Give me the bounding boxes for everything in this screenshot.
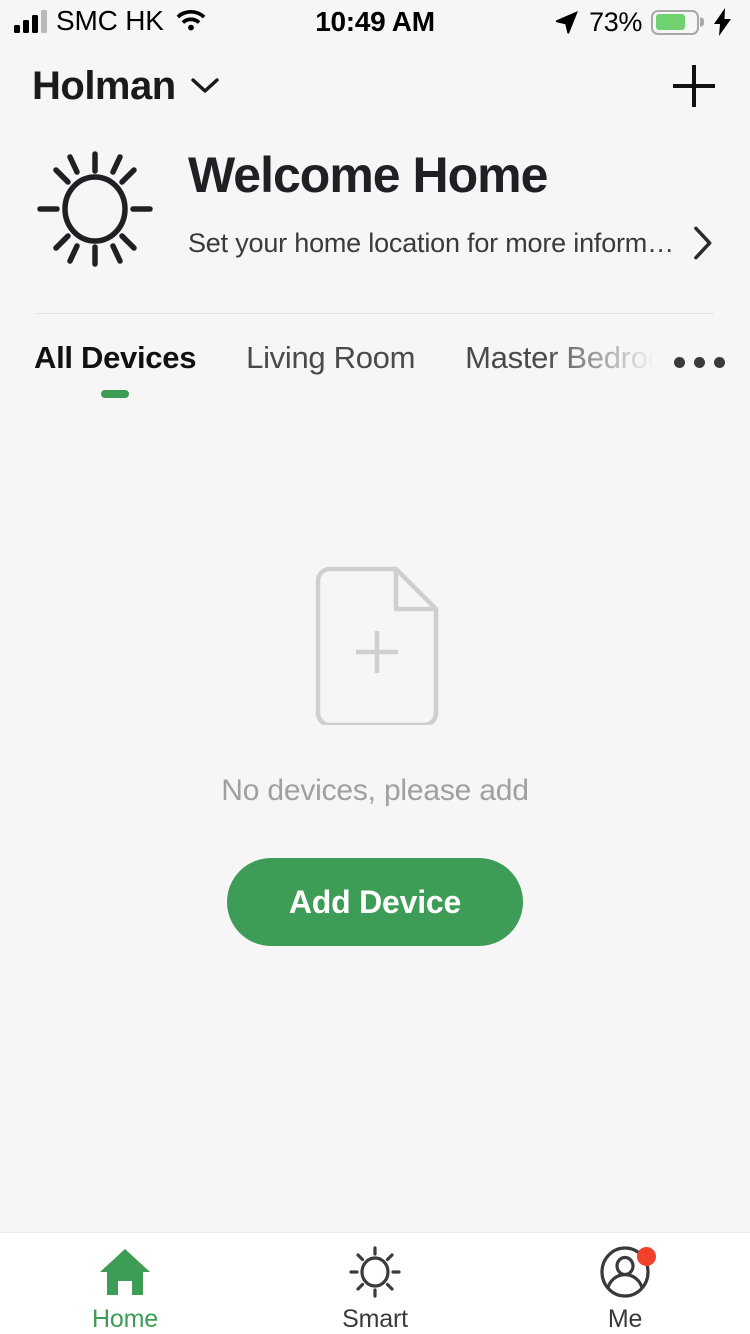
nav-item-home[interactable]: Home — [0, 1245, 250, 1334]
carrier-label: SMC HK — [56, 5, 164, 36]
app-screen: SMC HK 10:49 AM 73% Holman Welcome Home … — [0, 0, 750, 1334]
tab-active-indicator — [101, 390, 130, 398]
add-button[interactable] — [666, 58, 722, 114]
status-bar-right: 73% — [554, 7, 732, 38]
lightning-bolt-icon — [714, 8, 731, 36]
wifi-icon — [176, 10, 206, 31]
document-add-icon — [310, 565, 440, 730]
status-bar-left: SMC HK — [14, 7, 207, 37]
tab-active-indicator — [564, 390, 592, 398]
nav-item-smart[interactable]: Smart — [250, 1245, 500, 1334]
welcome-row: Welcome Home Set your home location for … — [36, 142, 714, 275]
welcome-texts: Welcome Home Set your home location for … — [188, 142, 714, 261]
tab-active-indicator — [317, 390, 345, 398]
tab-master-bedroom[interactable]: Master Bedroom — [440, 340, 662, 398]
ellipsis-icon — [673, 356, 685, 368]
nav-label: Me — [607, 1305, 643, 1333]
person-circle-icon — [598, 1245, 656, 1299]
page-title: Welcome Home — [188, 147, 548, 203]
add-device-button[interactable]: Add Device — [226, 857, 524, 946]
room-tabs: All Devices Living Room Master Bedroom — [0, 314, 750, 398]
battery-icon — [651, 9, 699, 35]
tab-all-devices[interactable]: All Devices — [34, 340, 221, 398]
status-bar: SMC HK 10:49 AM 73% — [0, 0, 750, 44]
set-home-location-link[interactable]: Set your home location for more informa… — [188, 225, 714, 261]
chevron-down-icon — [190, 78, 219, 93]
welcome-subtitle: Set your home location for more informa… — [188, 227, 679, 258]
more-rooms-button[interactable] — [662, 340, 750, 384]
ellipsis-icon — [693, 356, 705, 368]
chevron-right-icon — [694, 226, 712, 260]
sun-outline-icon — [348, 1245, 402, 1299]
tab-living-room[interactable]: Living Room — [221, 340, 440, 398]
nav-label: Smart — [342, 1305, 408, 1333]
house-filled-icon — [97, 1245, 153, 1299]
tab-label: All Devices — [34, 340, 197, 375]
plus-icon — [673, 65, 715, 107]
welcome-section: Welcome Home Set your home location for … — [0, 128, 750, 314]
home-selector-button[interactable]: Holman — [32, 64, 220, 109]
home-name-label: Holman — [32, 63, 176, 108]
ellipsis-icon — [713, 356, 725, 368]
signal-bars-icon — [14, 10, 47, 33]
battery-percent-label: 73% — [589, 6, 642, 37]
tab-label: Master Bedroom — [465, 340, 662, 375]
empty-state-message: No devices, please add — [221, 773, 529, 807]
device-list-empty-state: No devices, please add Add Device — [0, 398, 750, 1232]
notification-badge — [637, 1247, 656, 1266]
room-tabs-scroller[interactable]: All Devices Living Room Master Bedroom — [0, 340, 662, 398]
location-arrow-icon — [556, 11, 579, 34]
sun-icon — [36, 142, 154, 275]
bottom-navigation: Home Smart Me — [0, 1232, 750, 1334]
tab-label: Living Room — [246, 340, 416, 375]
app-header: Holman — [0, 44, 750, 128]
nav-item-me[interactable]: Me — [500, 1245, 750, 1334]
nav-label: Home — [92, 1305, 158, 1333]
